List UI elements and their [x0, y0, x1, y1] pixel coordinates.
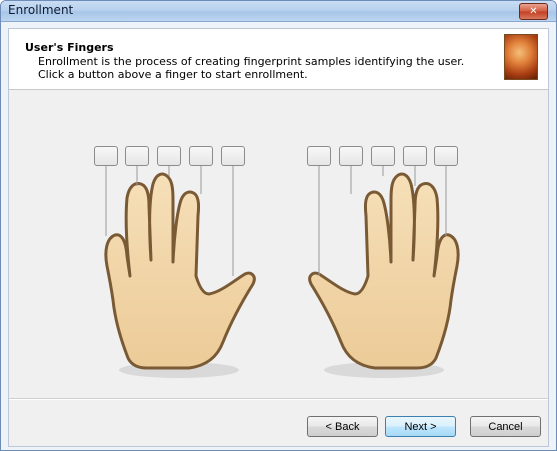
hands-panel: [9, 90, 548, 393]
enrollment-dialog: Enrollment ✕ User's Fingers Enrollment i…: [0, 0, 557, 451]
close-icon: ✕: [529, 5, 538, 17]
right-index-button[interactable]: [339, 146, 363, 166]
right-hand: [308, 172, 460, 370]
window-title: Enrollment: [8, 3, 74, 17]
wizard-header: User's Fingers Enrollment is the process…: [9, 29, 548, 90]
cancel-button[interactable]: Cancel: [470, 416, 541, 437]
hands-illustration: [104, 165, 460, 378]
fingerprint-hand-image: [504, 34, 538, 80]
footer-separator: [9, 398, 548, 400]
header-title: User's Fingers: [25, 41, 114, 54]
right-middle-button[interactable]: [371, 146, 395, 166]
right-pinky-button[interactable]: [434, 146, 458, 166]
next-button[interactable]: Next >: [385, 416, 456, 437]
left-middle-button[interactable]: [157, 146, 181, 166]
right-ring-button[interactable]: [403, 146, 427, 166]
right-thumb-button[interactable]: [307, 146, 331, 166]
left-hand: [104, 172, 256, 370]
left-thumb-button[interactable]: [221, 146, 245, 166]
close-button[interactable]: ✕: [519, 3, 548, 20]
left-index-button[interactable]: [189, 146, 213, 166]
left-ring-button[interactable]: [125, 146, 149, 166]
back-button[interactable]: < Back: [307, 416, 378, 437]
left-pinky-button[interactable]: [94, 146, 118, 166]
title-bar[interactable]: Enrollment ✕: [1, 1, 556, 22]
header-description: Enrollment is the process of creating fi…: [38, 55, 465, 81]
dialog-body: User's Fingers Enrollment is the process…: [8, 28, 549, 447]
